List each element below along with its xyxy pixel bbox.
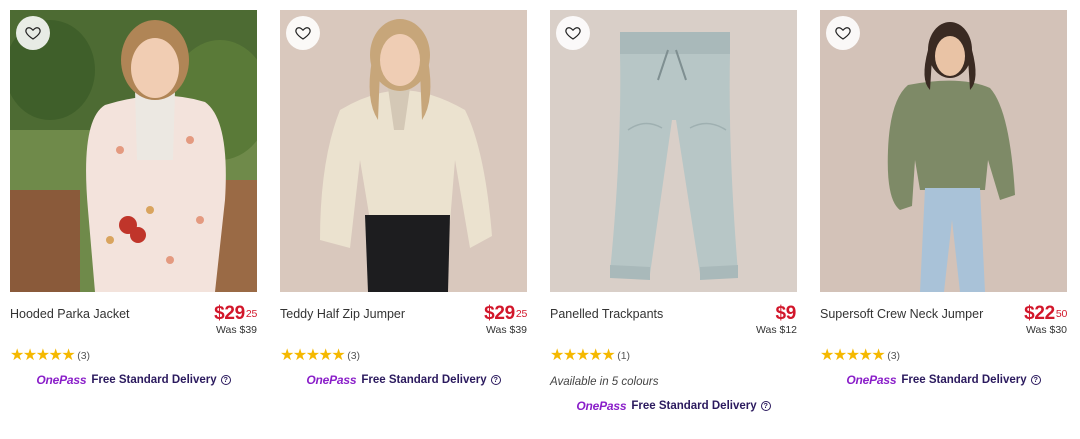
price-block: $2925 Was $39 — [214, 303, 257, 337]
current-price: $2925 — [484, 303, 527, 324]
onepass-delivery-badge[interactable]: OnePass Free Standard Delivery ? — [280, 373, 527, 387]
star-rating-icon: ★★★★★ — [10, 347, 76, 364]
colour-availability: Available in 5 colours — [550, 376, 659, 388]
current-price: $2925 — [214, 303, 257, 324]
heart-icon — [835, 27, 851, 40]
product-photo-teddy-jumper — [280, 10, 527, 292]
was-price: Was $39 — [215, 324, 257, 336]
wishlist-button[interactable] — [286, 16, 320, 50]
was-price: Was $12 — [755, 324, 797, 336]
was-price: Was $39 — [485, 324, 527, 336]
delivery-text: Free Standard Delivery — [631, 400, 757, 412]
product-name[interactable]: Panelled Trackpants — [550, 304, 663, 321]
delivery-text: Free Standard Delivery — [901, 374, 1027, 386]
review-count: (3) — [887, 350, 901, 362]
wishlist-button[interactable] — [556, 16, 590, 50]
rating[interactable]: ★★★★★ (3) — [820, 348, 1067, 364]
onepass-delivery-badge[interactable]: OnePass Free Standard Delivery ? — [820, 373, 1067, 387]
heart-icon — [565, 27, 581, 40]
product-name[interactable]: Hooded Parka Jacket — [10, 304, 130, 321]
review-count: (3) — [77, 350, 91, 362]
current-price: $2250 — [1024, 303, 1067, 324]
onepass-logo: OnePass — [846, 373, 897, 387]
product-image[interactable] — [280, 10, 527, 292]
product-card[interactable]: Hooded Parka Jacket $2925 Was $39 ★★★★★ … — [10, 10, 257, 413]
help-icon[interactable]: ? — [1030, 375, 1041, 385]
star-rating-icon: ★★★★★ — [820, 347, 886, 364]
rating[interactable]: ★★★★★ (3) — [10, 348, 257, 364]
product-card[interactable]: Panelled Trackpants $9 Was $12 ★★★★★ (1)… — [550, 10, 797, 413]
was-price: Was $30 — [1025, 324, 1067, 336]
product-image[interactable] — [10, 10, 257, 292]
product-image[interactable] — [820, 10, 1067, 292]
onepass-delivery-badge[interactable]: OnePass Free Standard Delivery ? — [10, 373, 257, 387]
onepass-delivery-badge[interactable]: OnePass Free Standard Delivery ? — [550, 399, 797, 413]
product-photo-crew-jumper — [820, 10, 1067, 292]
product-grid: Hooded Parka Jacket $2925 Was $39 ★★★★★ … — [10, 10, 1070, 413]
help-icon[interactable]: ? — [760, 401, 771, 411]
delivery-text: Free Standard Delivery — [91, 374, 217, 386]
rating[interactable]: ★★★★★ (1) — [550, 348, 797, 364]
wishlist-button[interactable] — [826, 16, 860, 50]
product-image[interactable] — [550, 10, 797, 292]
price-block: $2925 Was $39 — [484, 303, 527, 337]
current-price: $9 — [775, 303, 796, 324]
review-count: (1) — [617, 350, 631, 362]
price-block: $9 Was $12 — [755, 303, 797, 337]
product-name[interactable]: Supersoft Crew Neck Jumper — [820, 304, 983, 321]
product-card[interactable]: Supersoft Crew Neck Jumper $2250 Was $30… — [820, 10, 1067, 413]
heart-icon — [295, 27, 311, 40]
wishlist-button[interactable] — [16, 16, 50, 50]
onepass-logo: OnePass — [36, 373, 87, 387]
product-card[interactable]: Teddy Half Zip Jumper $2925 Was $39 ★★★★… — [280, 10, 527, 413]
rating[interactable]: ★★★★★ (3) — [280, 348, 527, 364]
price-block: $2250 Was $30 — [1024, 303, 1067, 337]
help-icon[interactable]: ? — [490, 375, 501, 385]
product-name[interactable]: Teddy Half Zip Jumper — [280, 304, 405, 321]
product-photo-trackpants — [550, 10, 797, 292]
star-rating-icon: ★★★★★ — [280, 347, 346, 364]
delivery-text: Free Standard Delivery — [361, 374, 487, 386]
product-photo-parka — [10, 10, 257, 292]
onepass-logo: OnePass — [306, 373, 357, 387]
heart-icon — [25, 27, 41, 40]
help-icon[interactable]: ? — [220, 375, 231, 385]
star-rating-icon: ★★★★★ — [550, 347, 616, 364]
review-count: (3) — [347, 350, 361, 362]
onepass-logo: OnePass — [576, 399, 627, 413]
